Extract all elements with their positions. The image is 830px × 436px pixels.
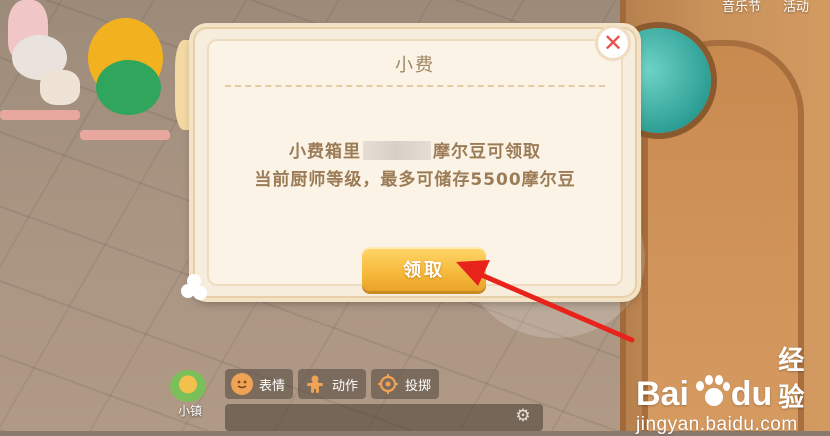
menu-activity[interactable]: 活动 — [783, 0, 809, 15]
throw-target-icon — [377, 373, 399, 395]
action-button[interactable]: 动作 — [298, 369, 367, 399]
close-icon: ✕ — [602, 29, 624, 57]
message-prefix: 小费箱里 — [289, 142, 361, 162]
town-label: 小镇 — [178, 404, 203, 418]
bench — [80, 130, 170, 140]
glasses-npc — [40, 70, 80, 105]
bench — [0, 110, 80, 120]
redacted-amount — [363, 141, 431, 160]
gingerbread-action-icon — [304, 373, 326, 395]
throw-button[interactable]: 投掷 — [371, 369, 440, 399]
cloud-decoration-icon — [181, 272, 209, 302]
paw-icon — [692, 374, 730, 410]
annotation-arrow — [456, 260, 635, 343]
logo-text-left: Bai — [636, 375, 689, 413]
emoji-label: 表情 — [259, 378, 286, 394]
action-label: 动作 — [332, 378, 359, 394]
green-hair-npc — [96, 60, 161, 115]
emoji-face-icon — [231, 373, 253, 395]
logo-text-right: du — [730, 375, 773, 413]
town-icon[interactable] — [170, 370, 206, 402]
baidu-jingyan-watermark: Bai du 经验 jingyan.baidu.com — [636, 340, 830, 436]
close-button[interactable]: ✕ — [598, 28, 628, 58]
gear-icon[interactable]: ⚙ — [513, 406, 533, 426]
title-divider — [225, 85, 605, 87]
npc-crowd — [0, 0, 205, 200]
logo-text-cn: 经验 — [778, 346, 805, 413]
tip-amount-message: 小费箱里 摩尔豆可领取 — [209, 137, 621, 162]
storage-limit-message: 当前厨师等级，最多可储存5500摩尔豆 — [254, 170, 576, 190]
dialog-title: 小费 — [395, 55, 435, 76]
menu-music-festival[interactable]: 音乐节 — [722, 0, 761, 15]
watermark-url: jingyan.baidu.com — [636, 414, 798, 435]
action-bar: 表情 动作 投掷 — [225, 369, 440, 399]
claim-button-label: 领取 — [403, 260, 445, 281]
emoji-button[interactable]: 表情 — [225, 369, 294, 399]
chat-input[interactable] — [225, 404, 543, 431]
throw-label: 投掷 — [405, 378, 432, 394]
baidu-logo: Bai du 经验 — [636, 340, 830, 414]
message-suffix: 摩尔豆可领取 — [433, 142, 541, 162]
